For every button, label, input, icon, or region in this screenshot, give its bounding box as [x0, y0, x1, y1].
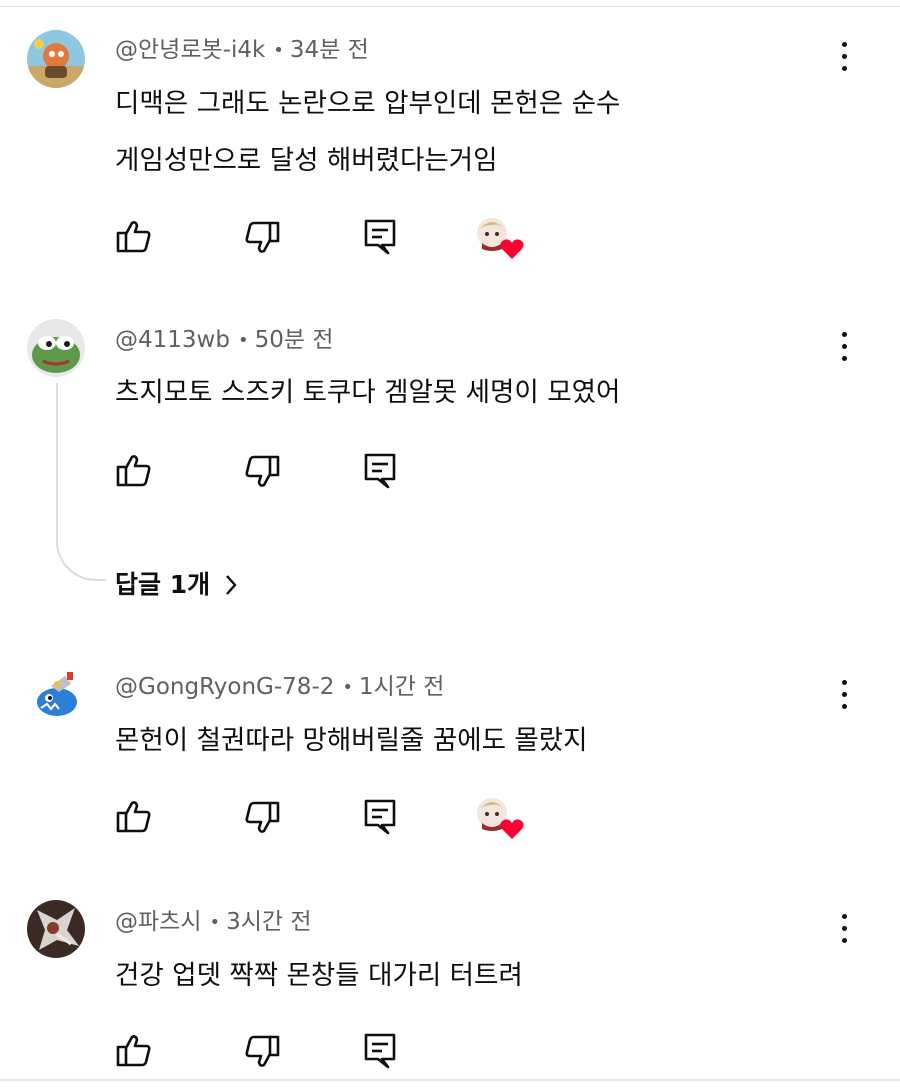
bottom-divider: [0, 1079, 900, 1081]
comment-meta: @파츠시 • 3시간 전: [115, 904, 312, 940]
reply-icon: [364, 1033, 396, 1069]
meta-separator: •: [209, 912, 221, 933]
more-vertical-icon-dot: [842, 926, 847, 931]
more-vertical-icon: [842, 914, 847, 919]
comment-item: @파츠시 • 3시간 전 건강 업뎃 짝짝 몬창들 대가리 터트려: [0, 0, 900, 1079]
like-button[interactable]: [112, 1029, 156, 1073]
author-name[interactable]: @파츠시: [115, 909, 201, 935]
comment-time: 3시간 전: [226, 909, 312, 935]
avatar[interactable]: [27, 900, 85, 958]
comment-text-line: 건강 업뎃 짝짝 몬창들 대가리 터트려: [115, 960, 523, 991]
comment-text: 건강 업뎃 짝짝 몬창들 대가리 터트려: [115, 947, 523, 1004]
more-options-button[interactable]: [826, 906, 864, 952]
thumb-down-icon: [245, 1035, 280, 1067]
dislike-button[interactable]: [240, 1029, 284, 1073]
more-vertical-icon-dot: [842, 938, 847, 943]
thumb-up-icon: [116, 1035, 151, 1067]
reply-button[interactable]: [358, 1029, 402, 1073]
